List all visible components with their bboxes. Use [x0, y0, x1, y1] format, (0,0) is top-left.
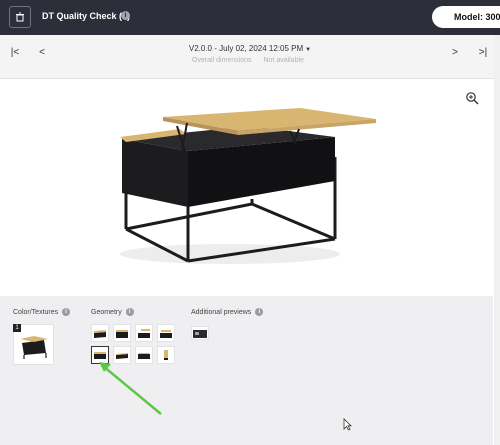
product-viewer[interactable] — [0, 79, 493, 295]
zoom-in-icon[interactable] — [465, 91, 479, 105]
chevron-right-icon[interactable]: > — [448, 45, 462, 59]
info-icon[interactable]: i — [255, 308, 264, 316]
color-textures-label: Color/Textures i — [13, 308, 71, 316]
chevron-down-icon[interactable]: ▼ — [305, 47, 311, 53]
delete-button[interactable] — [9, 6, 31, 28]
version-navigation: |< < V2.0.0 - July 02, 2024 12:05 PM ▼ Ov… — [0, 35, 500, 79]
model-selector[interactable]: Model: 3008 — [432, 6, 500, 28]
top-header-bar: DT Quality Check (3) i Model: 3008 — [0, 0, 500, 35]
mouse-cursor-icon — [343, 418, 352, 431]
last-page-icon[interactable]: >| — [476, 45, 490, 59]
preview-panel — [0, 296, 493, 445]
table-render — [120, 108, 376, 264]
geometry-label: Geometry i — [91, 308, 134, 316]
geometry-thumbnail[interactable] — [91, 324, 109, 342]
info-icon[interactable]: i — [125, 308, 134, 316]
color-texture-thumbnail[interactable]: 1 — [13, 324, 54, 365]
geometry-thumbnail[interactable] — [157, 324, 175, 342]
version-dropdown[interactable]: V2.0.0 - July 02, 2024 12:05 PM ▼ — [0, 44, 500, 53]
trash-icon — [16, 12, 24, 22]
overall-dimensions-label: Overall dimensions — [192, 57, 252, 64]
info-icon[interactable]: i — [121, 11, 130, 20]
dimension-info: Overall dimensions Not available — [192, 57, 314, 64]
additional-previews-label: Additional previews i — [191, 308, 264, 316]
version-label[interactable]: V2.0.0 - July 02, 2024 12:05 PM — [189, 44, 303, 53]
color-count-badge: 1 — [13, 324, 21, 332]
additional-preview-thumbnail[interactable] — [191, 326, 209, 340]
info-icon[interactable]: i — [62, 308, 71, 316]
scrollbar[interactable] — [494, 35, 500, 445]
annotation-arrow — [99, 362, 162, 415]
geometry-thumbnail[interactable] — [113, 324, 131, 342]
geometry-thumbnail[interactable] — [135, 324, 153, 342]
not-available-label: Not available — [263, 57, 304, 64]
page-title: DT Quality Check (3) — [42, 11, 131, 21]
